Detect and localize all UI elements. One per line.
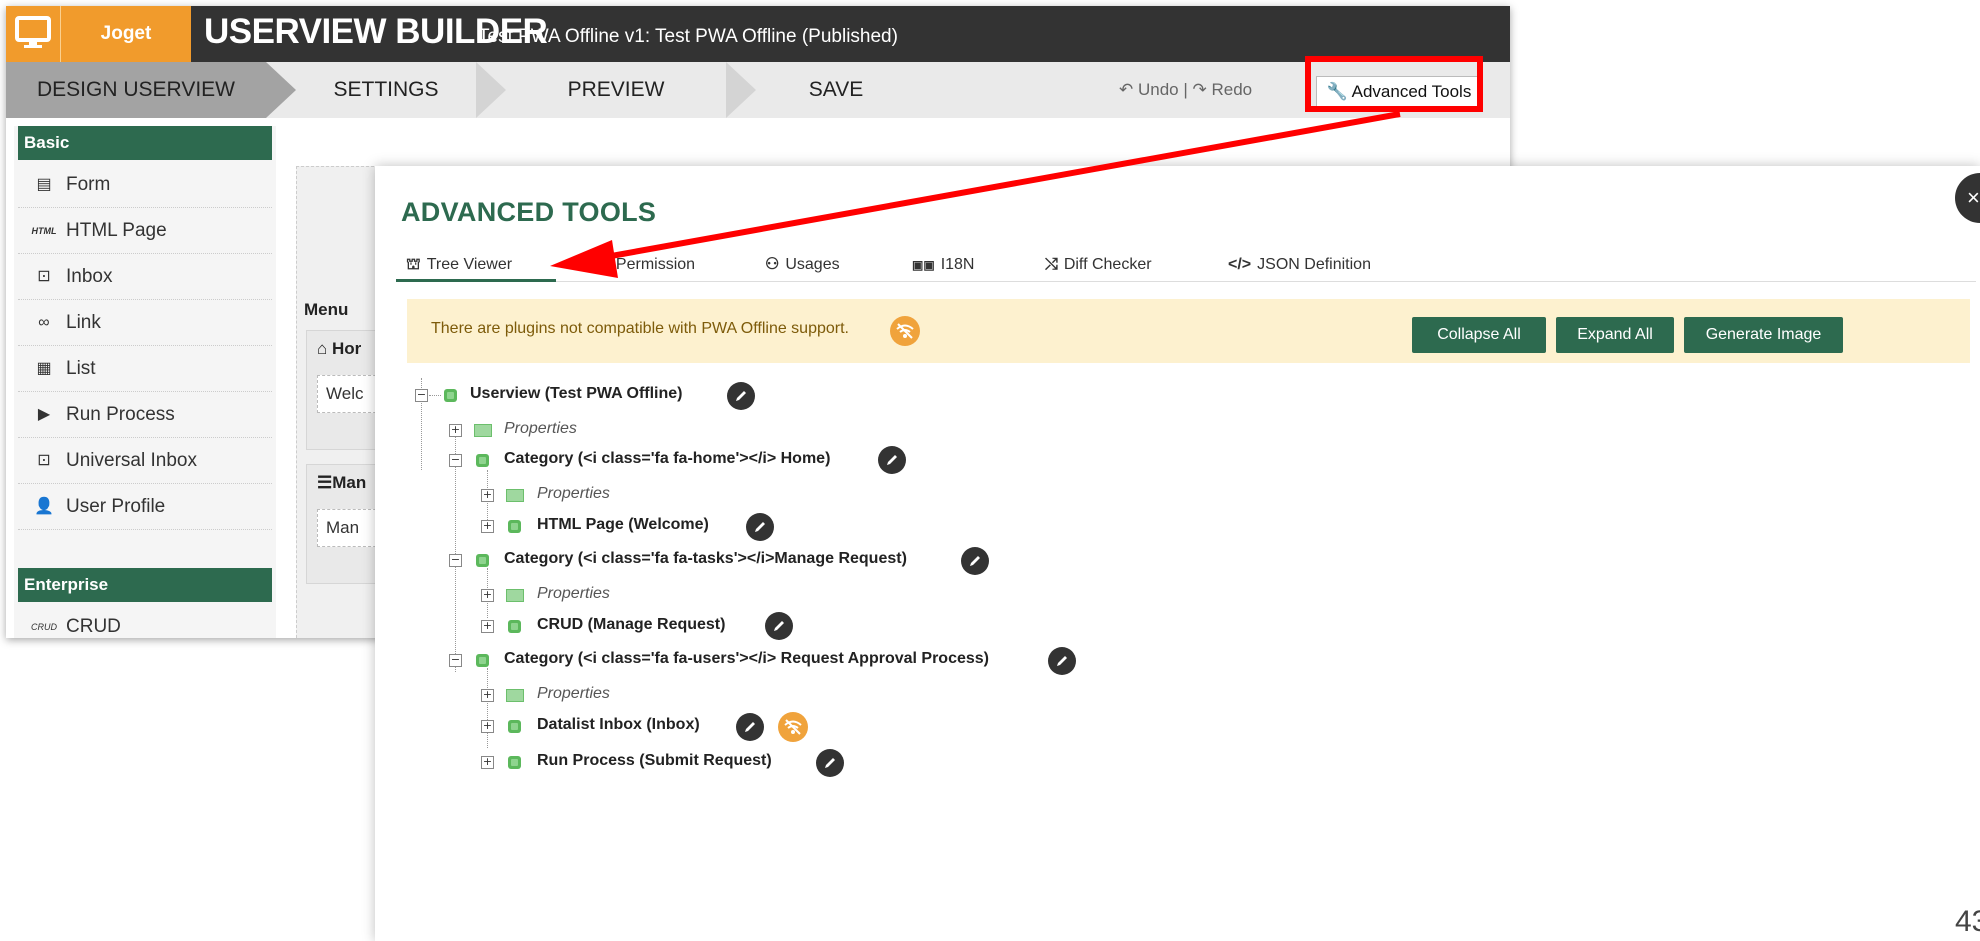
- page-number: 43: [1955, 905, 1980, 938]
- annotation-arrow: [550, 111, 1401, 278]
